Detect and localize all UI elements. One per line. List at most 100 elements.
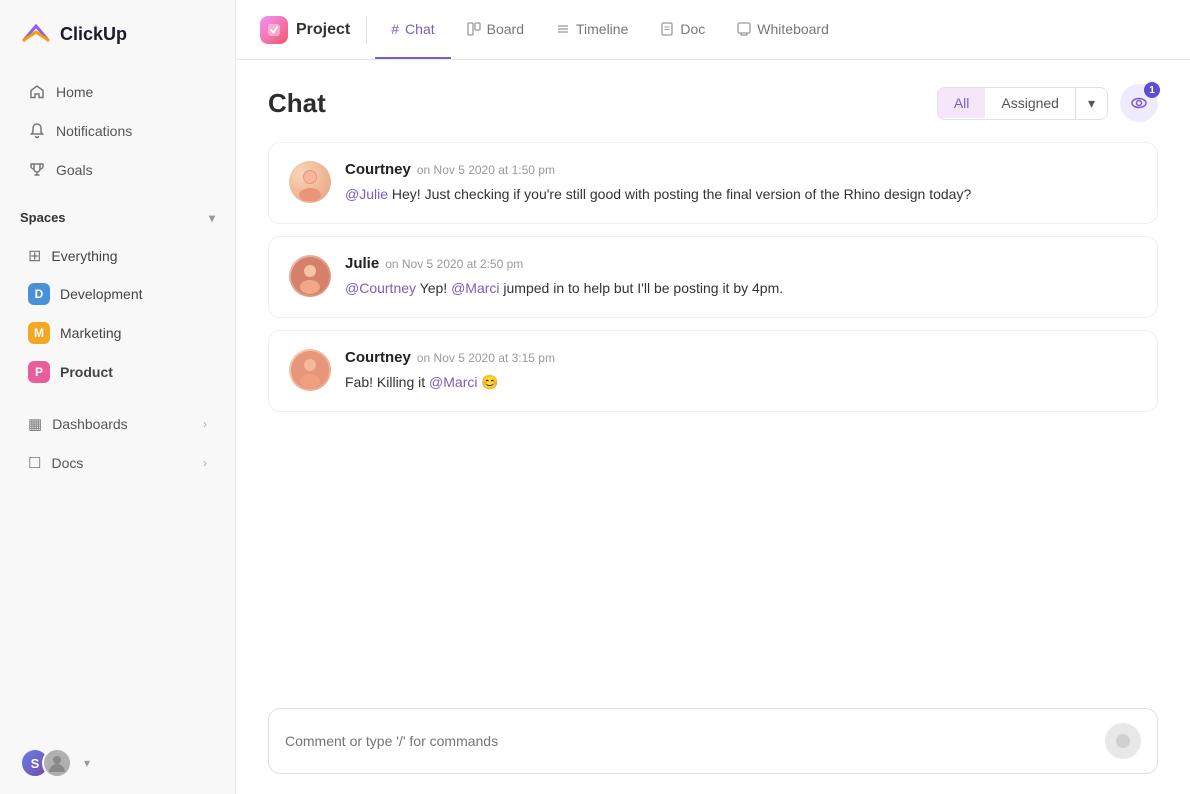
message-text: Fab! Killing it @Marci 😊 [345,372,1137,393]
product-badge: P [28,361,50,383]
tab-board[interactable]: Board [451,0,540,59]
whiteboard-tab-label: Whiteboard [757,21,829,37]
filter-dropdown-button[interactable]: ▾ [1075,88,1107,119]
everything-label: Everything [51,248,117,264]
board-tab-label: Board [487,21,524,37]
table-row: Courtney on Nov 5 2020 at 1:50 pm @Julie… [268,142,1158,224]
sidebar-item-everything[interactable]: ⊞ Everything [8,238,227,274]
dashboards-label: Dashboards [52,416,128,432]
project-icon [260,16,288,44]
dashboards-chevron-icon: › [203,417,207,431]
filter-assigned-button[interactable]: Assigned [985,88,1075,118]
board-tab-icon [467,22,481,36]
doc-tab-label: Doc [680,21,705,37]
main-nav: Home Notifications Goals [0,68,235,194]
timeline-tab-label: Timeline [576,21,628,37]
tab-chat[interactable]: # Chat [375,0,450,59]
mention: @Courtney [345,280,416,296]
message-time: on Nov 5 2020 at 1:50 pm [417,163,555,177]
message-meta: Julie on Nov 5 2020 at 2:50 pm [345,255,1137,272]
tab-timeline[interactable]: Timeline [540,0,644,59]
sidebar: ClickUp Home Notifications [0,0,236,794]
chat-tab-icon: # [391,21,399,37]
message-text: @Courtney Yep! @Marci jumped in to help … [345,278,1137,299]
message-body: Courtney on Nov 5 2020 at 3:15 pm Fab! K… [345,349,1137,393]
development-badge: D [28,283,50,305]
chat-title: Chat [268,88,326,119]
spaces-chevron-icon: ▾ [209,211,215,225]
message-author: Courtney [345,349,411,366]
spaces-label: Spaces [20,210,66,225]
mention: @Marci [429,374,477,390]
messages-list: Courtney on Nov 5 2020 at 1:50 pm @Julie… [268,142,1158,692]
send-icon [1115,733,1131,749]
marketing-label: Marketing [60,325,121,341]
avatar [289,349,331,391]
sidebar-item-notifications[interactable]: Notifications [8,112,227,150]
notifications-label: Notifications [56,123,132,139]
sidebar-item-goals[interactable]: Goals [8,151,227,189]
chat-header: Chat All Assigned ▾ 1 [268,84,1158,122]
home-icon [28,83,46,101]
sidebar-item-product[interactable]: P Product [8,353,227,391]
message-time: on Nov 5 2020 at 3:15 pm [417,351,555,365]
user-avatars: S [20,748,72,778]
message-body: Courtney on Nov 5 2020 at 1:50 pm @Julie… [345,161,1137,205]
logo-area[interactable]: ClickUp [0,0,235,68]
timeline-tab-icon [556,22,570,36]
chat-input-area [236,692,1190,794]
goals-label: Goals [56,162,93,178]
development-label: Development [60,286,143,302]
filter-all-button[interactable]: All [938,88,986,118]
table-row: Courtney on Nov 5 2020 at 3:15 pm Fab! K… [268,330,1158,412]
product-label: Product [60,364,113,380]
sidebar-item-home[interactable]: Home [8,73,227,111]
mention: @Marci [451,280,499,296]
spaces-list: ⊞ Everything D Development M Marketing P… [0,233,235,396]
tab-navigation: # Chat Board [375,0,845,59]
message-author: Julie [345,255,379,272]
message-meta: Courtney on Nov 5 2020 at 3:15 pm [345,349,1137,366]
chat-header-controls: All Assigned ▾ 1 [937,84,1158,122]
mention: @Julie [345,186,388,202]
sidebar-item-docs[interactable]: ☐ Docs › [8,444,227,482]
avatar [289,255,331,297]
chevron-down-icon: ▾ [1088,95,1095,112]
message-text: @Julie Hey! Just checking if you're stil… [345,184,1137,205]
chat-input[interactable] [285,733,1097,749]
sidebar-item-dashboards[interactable]: ▦ Dashboards › [8,405,227,443]
watchers-badge: 1 [1144,82,1160,98]
message-author: Courtney [345,161,411,178]
tab-whiteboard[interactable]: Whiteboard [721,0,845,59]
topbar: Project # Chat Board [236,0,1190,60]
user-caret-icon[interactable]: ▾ [84,756,90,770]
secondary-avatar [42,748,72,778]
message-body: Julie on Nov 5 2020 at 2:50 pm @Courtney… [345,255,1137,299]
docs-label: Docs [51,455,83,471]
project-header: Project [260,16,367,44]
chat-area: Chat All Assigned ▾ 1 [236,60,1190,692]
docs-icon: ☐ [28,454,41,472]
chat-input-wrapper [268,708,1158,774]
grid-icon: ⊞ [28,246,41,266]
sidebar-item-marketing[interactable]: M Marketing [8,314,227,352]
sidebar-bottom: S ▾ [0,732,235,794]
clickup-logo-icon [20,18,52,50]
main-content: Project # Chat Board [236,0,1190,794]
tab-doc[interactable]: Doc [644,0,721,59]
whiteboard-tab-icon [737,22,751,36]
message-time: on Nov 5 2020 at 2:50 pm [385,257,523,271]
collapse-section: ▦ Dashboards › ☐ Docs › [0,404,235,483]
spaces-header[interactable]: Spaces ▾ [20,206,215,229]
trophy-icon [28,161,46,179]
watchers-button[interactable]: 1 [1120,84,1158,122]
chat-tab-label: Chat [405,21,435,37]
table-row: Julie on Nov 5 2020 at 2:50 pm @Courtney… [268,236,1158,318]
eye-icon [1130,94,1148,112]
send-button[interactable] [1105,723,1141,759]
filter-group: All Assigned ▾ [937,87,1108,120]
sidebar-item-development[interactable]: D Development [8,275,227,313]
doc-tab-icon [660,22,674,36]
marketing-badge: M [28,322,50,344]
message-meta: Courtney on Nov 5 2020 at 1:50 pm [345,161,1137,178]
